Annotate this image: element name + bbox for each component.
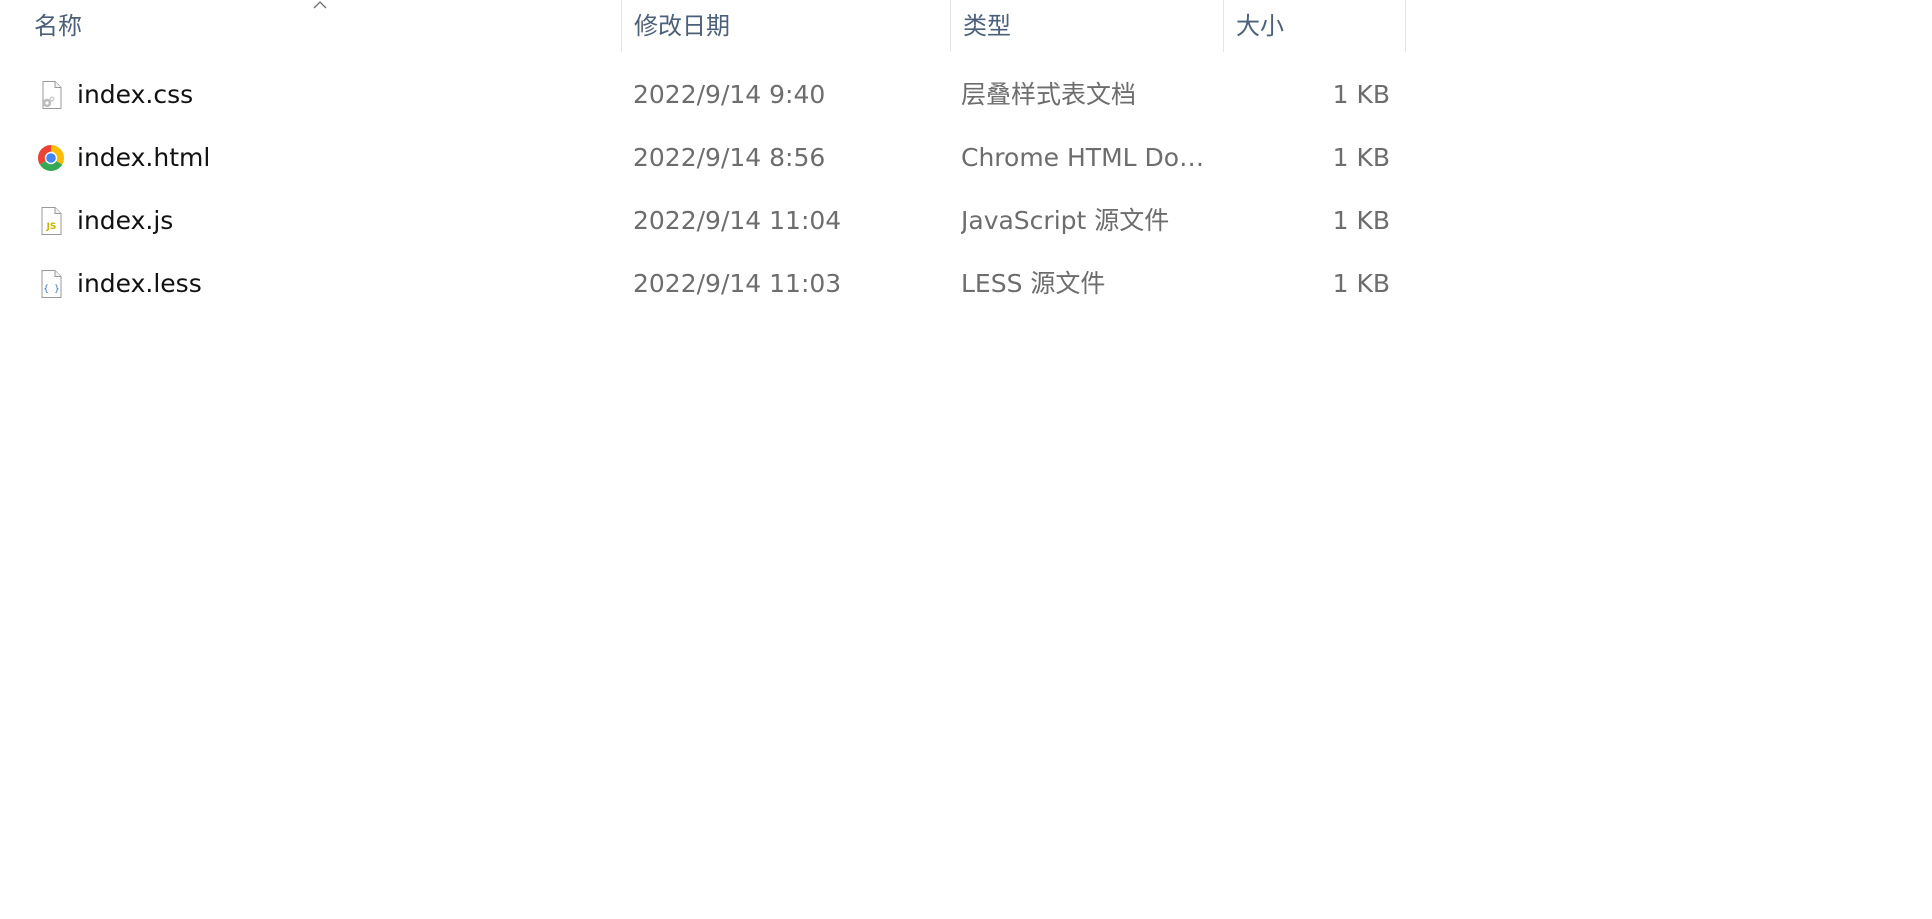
file-row-index-js[interactable]: JS index.js 2022/9/14 11:04 JavaScript 源… xyxy=(0,189,1406,252)
column-header-date[interactable]: 修改日期 xyxy=(621,0,949,52)
file-row-index-less[interactable]: { } index.less 2022/9/14 11:03 LESS 源文件 … xyxy=(0,252,1406,315)
column-header-size[interactable]: 大小 xyxy=(1223,0,1406,52)
file-type: Chrome HTML Doc... xyxy=(961,143,1211,172)
file-name: index.html xyxy=(77,143,211,172)
chrome-icon xyxy=(37,145,65,172)
file-row-index-html[interactable]: index.html 2022/9/14 8:56 Chrome HTML Do… xyxy=(0,126,1406,189)
file-name: index.less xyxy=(77,269,202,298)
file-type: JavaScript 源文件 xyxy=(961,206,1170,235)
file-size: 1 KB xyxy=(1332,80,1390,109)
file-list: index.css 2022/9/14 9:40 层叠样式表文档 1 KB in… xyxy=(0,63,1406,315)
file-size: 1 KB xyxy=(1332,269,1390,298)
file-name: index.js xyxy=(77,206,174,235)
file-date: 2022/9/14 8:56 xyxy=(633,143,826,172)
file-type: LESS 源文件 xyxy=(961,269,1106,298)
column-header-type[interactable]: 类型 xyxy=(950,0,1223,52)
svg-text:JS: JS xyxy=(46,222,57,232)
js-file-icon: JS xyxy=(41,207,62,235)
column-header-row: 名称 修改日期 类型 大小 xyxy=(0,0,1406,52)
chevron-up-icon xyxy=(313,1,327,9)
file-list-pane: 名称 修改日期 类型 大小 index.css 2022/9/14 9:40 层… xyxy=(0,0,1932,919)
svg-text:{ }: { } xyxy=(43,285,59,295)
css-file-icon xyxy=(42,81,62,109)
less-file-icon: { } xyxy=(41,270,62,298)
file-date: 2022/9/14 9:40 xyxy=(633,80,826,109)
file-size: 1 KB xyxy=(1332,143,1390,172)
file-date: 2022/9/14 11:03 xyxy=(633,269,842,298)
file-name: index.css xyxy=(77,80,194,109)
file-type: 层叠样式表文档 xyxy=(961,80,1137,109)
file-size: 1 KB xyxy=(1332,206,1390,235)
file-row-index-css[interactable]: index.css 2022/9/14 9:40 层叠样式表文档 1 KB xyxy=(0,63,1406,126)
file-date: 2022/9/14 11:04 xyxy=(633,206,842,235)
